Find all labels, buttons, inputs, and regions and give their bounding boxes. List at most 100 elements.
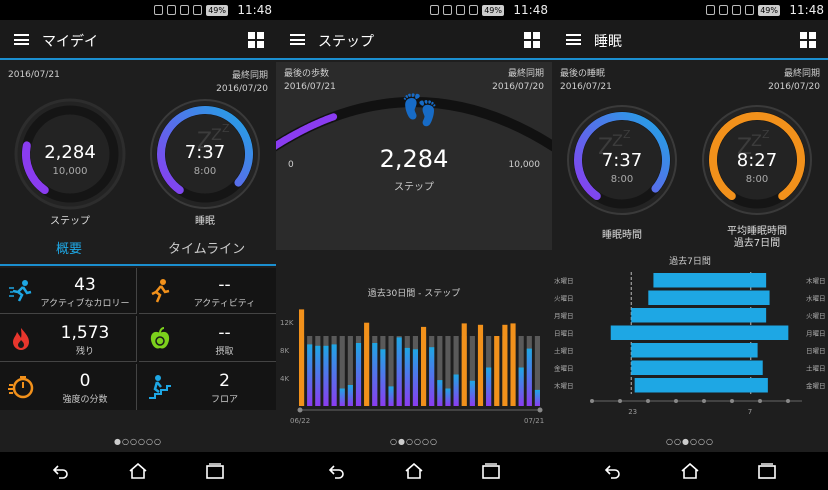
step-bar — [445, 388, 451, 406]
clock: 11:48 — [789, 3, 824, 17]
steps-30day-chart[interactable]: 4K 8K 12K 06/22 07/21 — [276, 302, 552, 432]
page-indicator[interactable]: ○●○○○○ — [276, 437, 552, 446]
page-indicator[interactable]: ●○○○○○ — [0, 437, 276, 446]
step-bar — [486, 367, 492, 406]
avg-sleep-value: 8:27 — [736, 150, 778, 171]
grid-view-icon[interactable] — [524, 32, 540, 48]
day-label-right: 土曜日 — [806, 364, 826, 373]
hamburger-menu-icon[interactable] — [566, 34, 581, 45]
clock: 11:48 — [513, 3, 548, 17]
svg-text:Z: Z — [222, 122, 230, 135]
back-icon[interactable] — [52, 463, 68, 479]
svg-text:Z: Z — [612, 131, 623, 150]
step-bar — [453, 374, 459, 406]
home-icon[interactable] — [404, 463, 424, 479]
step-bar — [355, 343, 362, 406]
x-tick-label: 7 — [748, 408, 752, 416]
x-tick-label: 23 — [628, 408, 637, 416]
alarm-icon — [732, 5, 742, 15]
step-bar — [526, 348, 532, 406]
intake-label: 摂取 — [215, 347, 234, 357]
steps-min: 0 — [288, 160, 294, 170]
sleep-time-value: 7:37 — [601, 150, 643, 171]
day-label-left: 木曜日 — [554, 381, 574, 390]
grid-view-icon[interactable] — [248, 32, 264, 48]
remaining-calories-cell[interactable]: 1,573 残り — [0, 316, 137, 362]
day-label-right: 火曜日 — [806, 312, 826, 320]
avg-sleep-label: 平均睡眠時間 過去7日間 — [699, 226, 815, 250]
steps-gauge[interactable]: 2,284 10,000 — [12, 96, 128, 212]
step-bar — [518, 367, 524, 406]
back-icon[interactable] — [328, 463, 344, 479]
active-calories-cell[interactable]: 43 アクティブなカロリー — [0, 268, 137, 314]
sleep-bar — [610, 325, 789, 340]
active-calories-label: アクティブなカロリー — [40, 299, 130, 309]
activities-cell[interactable]: -- アクティビティ — [139, 268, 276, 314]
apple-icon — [150, 327, 170, 349]
recent-apps-icon[interactable] — [482, 463, 500, 479]
day-label-left: 土曜日 — [554, 346, 574, 355]
steps-label: ステップ — [50, 216, 90, 227]
recent-apps-icon[interactable] — [206, 463, 224, 479]
vibrate-icon — [443, 5, 453, 15]
intensity-minutes-cell[interactable]: 0 強度の分数 — [0, 364, 137, 410]
x-axis-dot — [674, 399, 678, 403]
nfc-icon — [154, 5, 164, 15]
step-bar — [412, 349, 418, 406]
hamburger-menu-icon[interactable] — [290, 34, 305, 45]
avg-sleep-gauge[interactable]: Z Z Z 8:27 8:00 — [699, 102, 815, 218]
step-bar — [534, 389, 540, 406]
day-label-right: 月曜日 — [806, 330, 826, 338]
footprint-icon: 👣 — [401, 91, 438, 128]
back-icon[interactable] — [604, 463, 620, 479]
chart-title: 過去30日間 - ステップ — [367, 289, 461, 299]
running-person-icon — [9, 280, 32, 302]
sleep-time-gauge[interactable]: Z Z Z 7:37 8:00 — [564, 102, 680, 218]
step-bar — [469, 380, 475, 406]
sleep-gauge[interactable]: Z Z Z 7:37 8:00 — [147, 96, 263, 212]
sleep-7day-chart[interactable]: 23 7水曜日 木曜日火曜日 水曜日月曜日 火曜日日曜日 月曜日土曜日 日曜日金曜日 土曜日木… — [552, 268, 828, 428]
sleep-time-goal: 8:00 — [610, 174, 634, 185]
day-label-left: 水曜日 — [554, 276, 574, 285]
intake-cell[interactable]: -- 摂取 — [139, 316, 276, 362]
floors-cell[interactable]: 2 フロア — [139, 364, 276, 410]
avg-sleep-label-1: 平均睡眠時間 — [727, 226, 787, 237]
step-bar — [307, 344, 313, 406]
step-bar — [477, 324, 484, 406]
intensity-minutes-value: 0 — [79, 371, 91, 391]
signal-icon — [469, 5, 479, 15]
last-sync-label: 最終同期 — [783, 69, 820, 79]
hamburger-menu-icon[interactable] — [14, 34, 29, 45]
page-indicator[interactable]: ○○●○○○ — [552, 437, 828, 446]
step-bar — [364, 322, 370, 406]
step-bar — [404, 347, 410, 406]
steps-screen: 49% 11:48 ステップ 👣 最後の歩数 2016/07/21 最終同期 2… — [276, 0, 552, 490]
intensity-minutes-label: 強度の分数 — [62, 395, 108, 405]
tab-overview[interactable]: 概要 — [56, 238, 82, 257]
intake-value: -- — [218, 323, 231, 343]
home-icon[interactable] — [128, 463, 148, 479]
step-bar — [437, 380, 443, 406]
alarm-icon — [456, 5, 466, 15]
tab-timeline[interactable]: タイムライン — [168, 238, 245, 257]
current-date: 2016/07/21 — [8, 70, 60, 80]
sleep-goal: 8:00 — [193, 166, 217, 177]
nav-bar — [0, 452, 276, 490]
stopwatch-icon — [8, 376, 34, 399]
x-end-label: 07/21 — [524, 417, 544, 425]
recent-apps-icon[interactable] — [758, 463, 776, 479]
app-bar: マイデイ — [0, 20, 276, 60]
status-icons: 49% — [430, 4, 504, 16]
sleep-time-label: 睡眠時間 — [602, 230, 642, 241]
clock: 11:48 — [237, 3, 272, 17]
nav-bar — [276, 452, 552, 490]
steps-value: 2,284 — [44, 142, 96, 163]
sleep-bar — [653, 273, 767, 288]
remaining-calories-value: 1,573 — [60, 323, 110, 343]
nfc-icon — [706, 5, 716, 15]
last-sleep-label: 最後の睡眠 — [560, 69, 606, 79]
home-icon[interactable] — [680, 463, 700, 479]
grid-view-icon[interactable] — [800, 32, 816, 48]
app-bar: ステップ — [276, 20, 552, 60]
sleep-bar — [631, 308, 767, 323]
